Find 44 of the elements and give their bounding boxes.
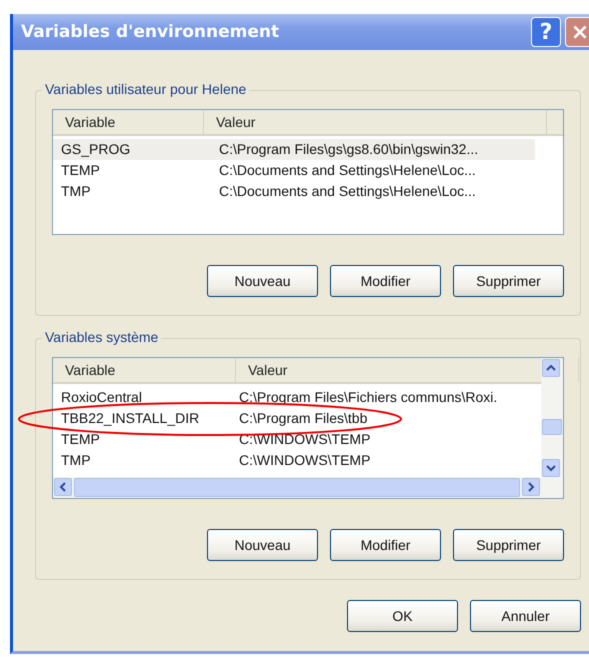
dialog-button[interactable]: Modifier [330, 265, 441, 297]
list-row[interactable]: GS_PROG C:\Program Files\gs\gs8.60\bin\gswin32... [53, 139, 535, 160]
group-title: Variables utilisateur pour Helene [42, 81, 250, 97]
table-cell-text: C:\Documents and Settings\Helene\Loc... [218, 161, 476, 180]
table-cell-text: C:\Program Files\Fichiers communs\Roxi. [238, 388, 498, 407]
scrollbar-thumb[interactable] [74, 478, 520, 497]
table-cell-text: TEMP [60, 161, 101, 180]
dialog-button[interactable]: Supprimer [453, 529, 564, 561]
scroll-left-icon[interactable] [54, 478, 72, 496]
table-cell-text: C:\Documents and Settings\Helene\Loc... [218, 182, 476, 201]
table-cell-text: C:\WINDOWS\TEMP [238, 430, 370, 449]
group-title: Variables système [42, 329, 162, 345]
list-row[interactable]: TBB22_INSTALL_DIR C:\Program Files\tbb [53, 408, 513, 429]
list-row[interactable]: TEMP C:\Documents and Settings\Helene\Loc... [53, 160, 535, 181]
table-cell-text: RoxioCentral [60, 388, 143, 407]
table-cell-text: TBB22_INSTALL_DIR [60, 409, 200, 428]
dialog-button[interactable]: Nouveau [207, 529, 318, 561]
dialog-button[interactable]: Supprimer [453, 265, 564, 297]
table-cell-text: C:\Program Files\tbb [238, 409, 368, 428]
window-title: Variables d'environnement [21, 22, 280, 42]
table-cell-text: C:\WINDOWS\TEMP [238, 451, 370, 470]
dialog-button[interactable]: Modifier [330, 529, 441, 561]
table-cell-text: C:\Program Files\gs\gs8.60\bin\gswin32... [218, 140, 478, 159]
scrollbar-thumb[interactable] [542, 419, 562, 435]
dialog-button[interactable]: Nouveau [207, 265, 318, 297]
list-row[interactable]: RoxioCentral C:\Program Files\Fichiers communs\Roxi. [53, 387, 513, 408]
list-row[interactable]: TEMP C:\WINDOWS\TEMP [53, 429, 513, 450]
help-button[interactable]: ? [531, 17, 561, 47]
vertical-scrollbar[interactable] [541, 358, 563, 498]
column-header[interactable]: Variable [53, 358, 236, 382]
scroll-right-icon[interactable] [522, 478, 540, 496]
list-row[interactable]: TMP C:\Documents and Settings\Helene\Loc... [53, 181, 535, 202]
column-header[interactable]: Variable [53, 110, 204, 134]
horizontal-scrollbar[interactable] [53, 477, 541, 498]
table-cell-text: TMP [60, 182, 92, 201]
dialog-button[interactable]: OK [347, 600, 458, 632]
scroll-up-icon[interactable] [542, 359, 560, 377]
table-cell-text: TMP [60, 451, 92, 470]
column-header[interactable]: Valeur [204, 110, 547, 134]
scroll-down-icon[interactable] [542, 459, 560, 477]
table-cell-text: GS_PROG [60, 140, 132, 159]
list-row[interactable]: TMP C:\WINDOWS\TEMP [53, 450, 513, 471]
dialog-button[interactable]: Annuler [470, 600, 581, 632]
table-cell-text: TEMP [60, 430, 101, 449]
